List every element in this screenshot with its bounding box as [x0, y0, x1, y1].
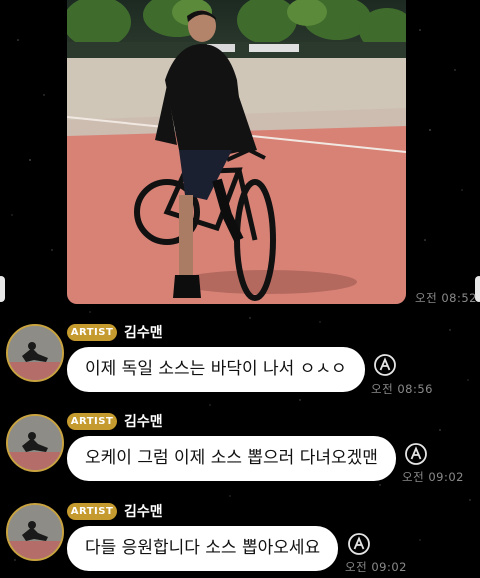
avatar-image — [8, 326, 62, 380]
message-timestamp: 오전 09:02 — [345, 560, 407, 574]
photo-message[interactable] — [67, 0, 406, 304]
artist-badge: ARTIST — [67, 503, 117, 520]
left-edge-handle[interactable] — [0, 276, 5, 302]
photo-timestamp: 오전 08:52 — [415, 291, 477, 305]
artist-badge: ARTIST — [67, 413, 117, 430]
sender-name: 김수맨 — [124, 414, 163, 430]
message-bubble[interactable]: 이제 독일 소스는 바닥이 나서 ㅇㅅㅇ — [67, 347, 365, 392]
avatar-image — [8, 416, 62, 470]
message-bubble[interactable]: 다들 응원합니다 소스 뽑아오세요 — [67, 526, 339, 571]
cyclist-photo — [67, 0, 406, 304]
reply-a-icon[interactable] — [404, 442, 428, 466]
reply-a-icon[interactable] — [373, 353, 397, 377]
artist-avatar[interactable] — [6, 503, 64, 561]
artist-avatar[interactable] — [6, 324, 64, 382]
artist-badge: ARTIST — [67, 324, 117, 341]
message-bubble[interactable]: 오케이 그럼 이제 소스 뽑으러 다녀오겠맨 — [67, 436, 396, 481]
message-timestamp: 오전 09:02 — [402, 470, 464, 484]
avatar-image — [8, 505, 62, 559]
sender-name: 김수맨 — [124, 504, 163, 520]
sender-name: 김수맨 — [124, 325, 163, 341]
artist-avatar[interactable] — [6, 414, 64, 472]
message-timestamp: 오전 08:56 — [371, 382, 433, 396]
reply-a-icon[interactable] — [347, 532, 371, 556]
